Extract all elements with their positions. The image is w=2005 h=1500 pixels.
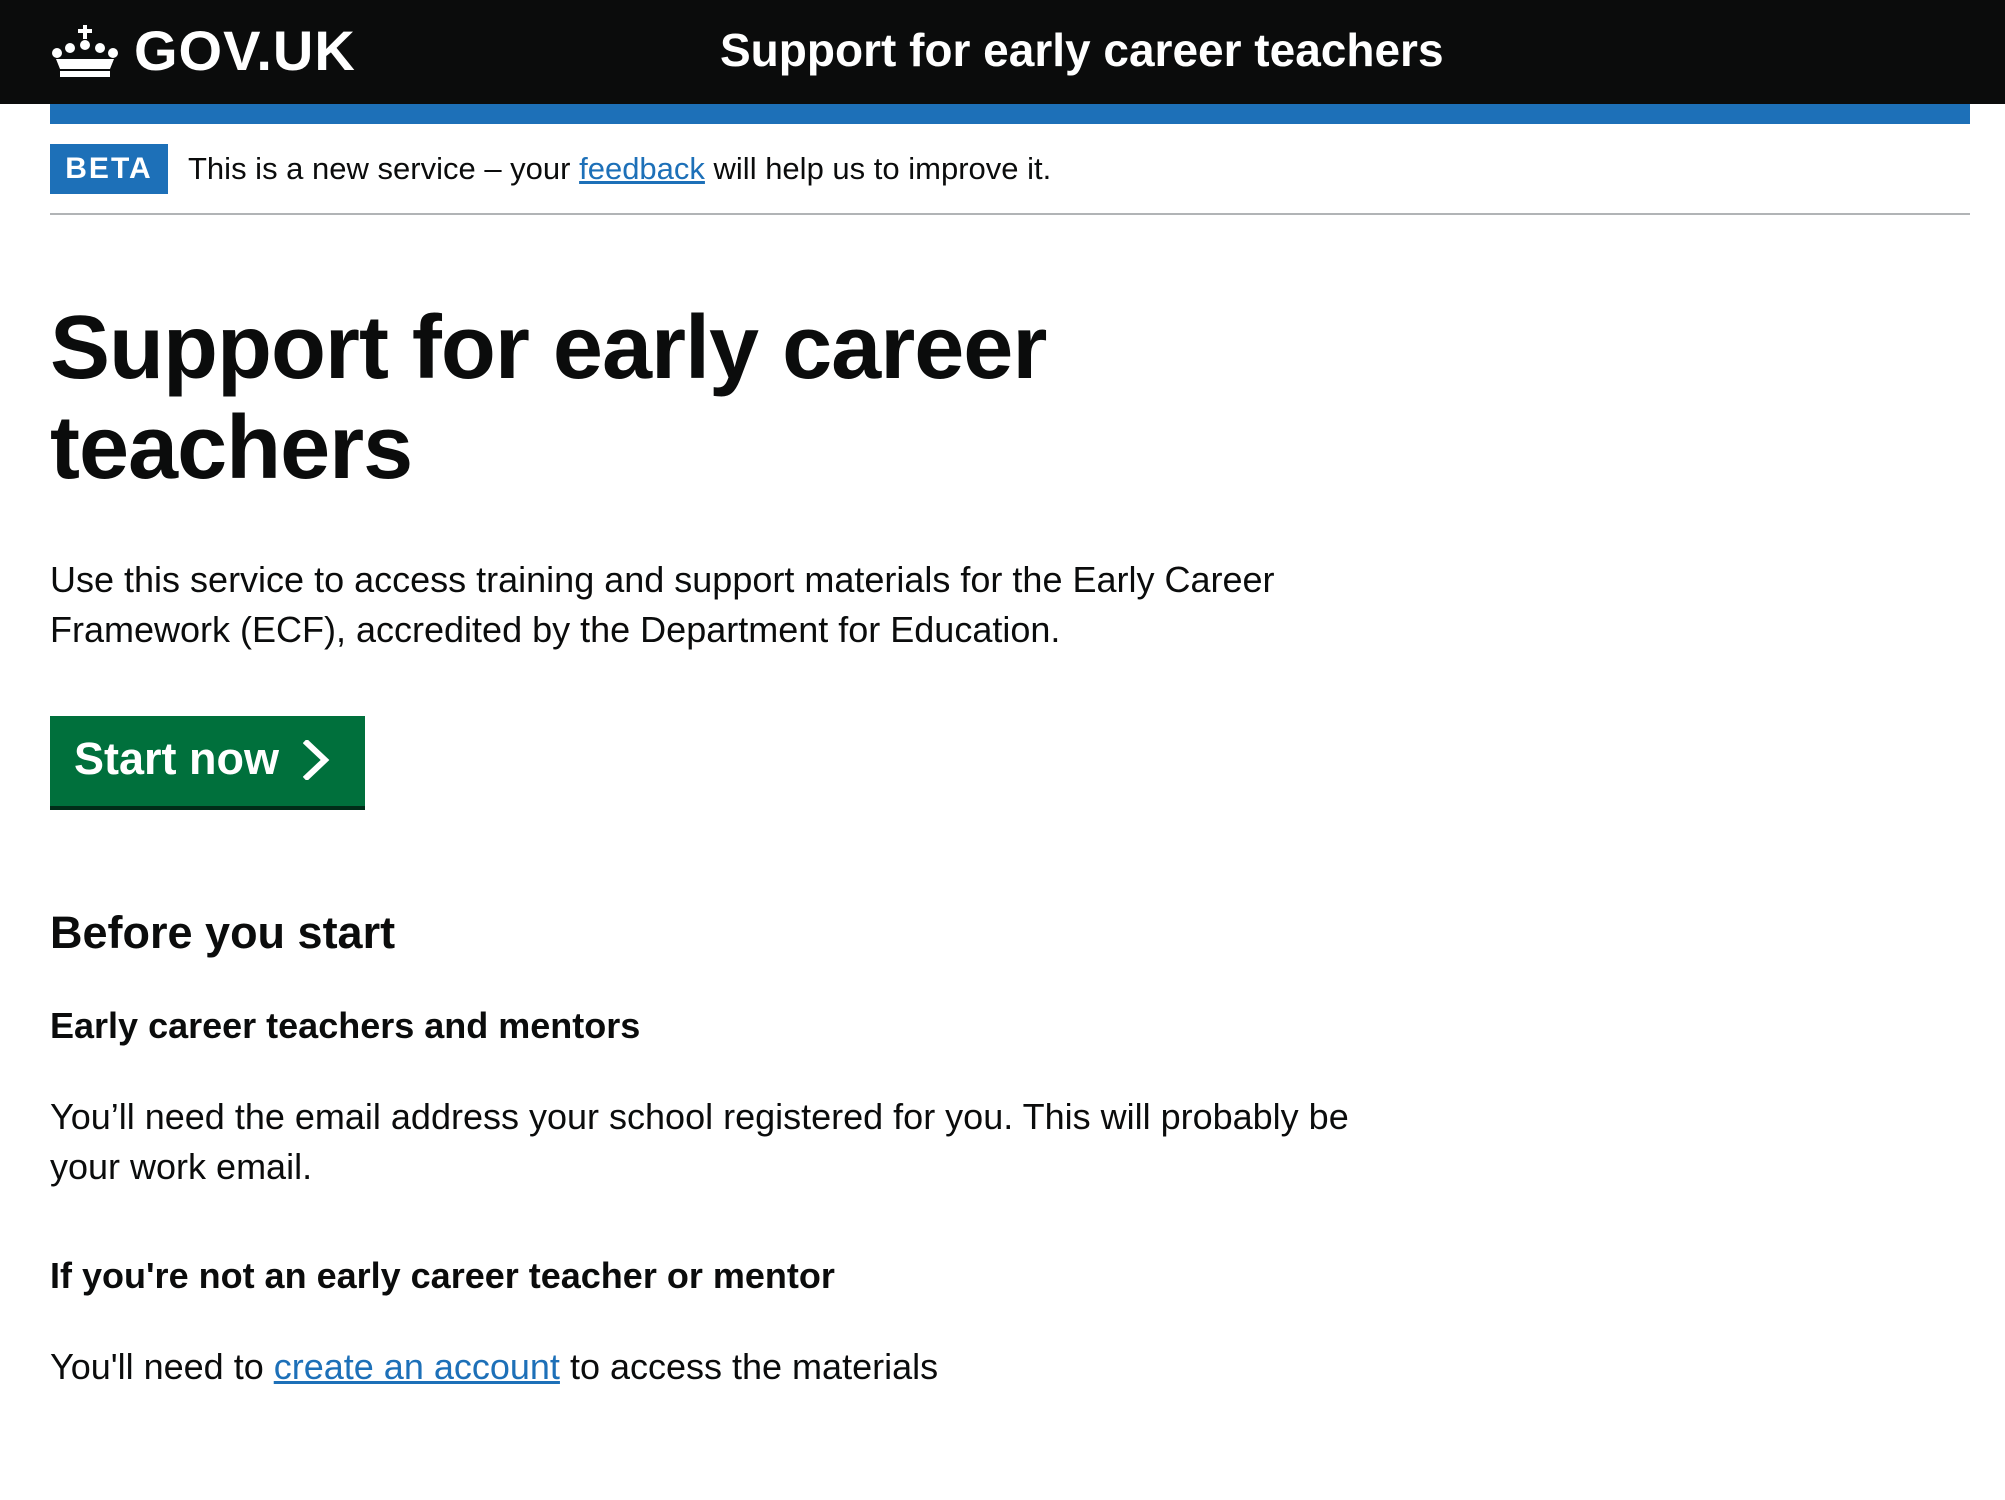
phase-banner: BETA This is a new service – your feedba…	[50, 124, 1970, 215]
service-name-link[interactable]: Support for early career teachers	[720, 20, 1444, 80]
logo-text: GOV.UK	[134, 19, 356, 82]
crown-icon	[52, 25, 118, 77]
site-header: GOV.UK Support for early career teachers	[0, 0, 2005, 104]
header-accent-bar	[50, 104, 1970, 124]
section-text-after: to access the materials	[559, 1346, 939, 1387]
create-account-link[interactable]: create an account	[274, 1346, 560, 1387]
section-heading-not-ect: If you're not an early career teacher or…	[50, 1255, 835, 1296]
beta-tag: BETA	[50, 144, 168, 194]
section-heading-ect: Early career teachers and mentors	[50, 1005, 641, 1046]
section-text-before: You'll need to	[50, 1346, 274, 1387]
feedback-link[interactable]: feedback	[579, 151, 705, 186]
section-text-not-ect: You'll need to create an account to acce…	[50, 1342, 1380, 1392]
before-you-start-heading: Before you start	[50, 907, 396, 958]
start-now-button[interactable]: Start now	[50, 716, 365, 806]
phase-text-before: This is a new service – your	[188, 151, 580, 186]
phase-text-after: will help us to improve it.	[704, 151, 1052, 186]
page-title: Support for early career teachers	[50, 298, 1047, 498]
section-text-ect: You’ll need the email address your schoo…	[50, 1096, 1349, 1187]
chevron-right-icon	[303, 740, 330, 780]
lead-paragraph: Use this service to access training and …	[50, 559, 1275, 650]
phase-banner-text: This is a new service – your feedback wi…	[188, 148, 1051, 190]
govuk-logo-link[interactable]: GOV.UK	[50, 18, 356, 84]
start-button-label: Start now	[74, 733, 280, 784]
